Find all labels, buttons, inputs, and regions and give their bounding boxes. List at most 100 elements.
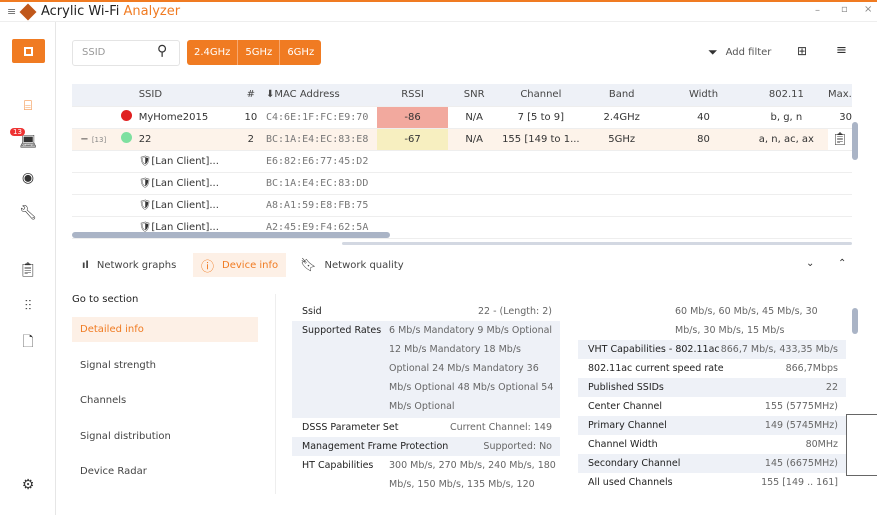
acrylic-logo-icon — [19, 3, 37, 21]
detail-value: Mb/s Optional 48 Mb/s Optional 54 — [389, 382, 554, 393]
col-snr[interactable]: SNR — [447, 84, 501, 106]
detail-value: Optional 24 Mb/s Mandatory 36 — [389, 363, 539, 374]
col-width[interactable]: Width — [662, 84, 745, 106]
max-cell: 30 — [839, 111, 852, 123]
bookmark-icon: 🔖︎ — [300, 257, 317, 273]
col-max[interactable]: Max. — [827, 84, 852, 106]
tab-label: Device info — [222, 259, 279, 271]
sidebar: ⌸ 💻︎ 13 ◉ 🔧︎ 📋︎ ⫶⫶ 🗋 ⚙ — [0, 22, 56, 515]
tab-device-info[interactable]: ⓘ Device info — [193, 253, 287, 277]
detail-key: Secondary Channel — [588, 458, 681, 469]
detail-value: 60 Mb/s, 60 Mb/s, 45 Mb/s, 30 — [675, 306, 818, 317]
details-scrollbar[interactable] — [852, 308, 858, 334]
tab-label: Network graphs — [96, 259, 177, 271]
filter-icon: ⏷ — [708, 45, 718, 59]
horizontal-scrollbar[interactable] — [72, 232, 390, 238]
lan-client-icon: 🛡︎ — [138, 155, 152, 167]
table-row[interactable]: MyHome2015 10 C4:6E:1F:FC:E9:70 -86 N/A 7 [5 … — [72, 106, 852, 128]
nav-channels[interactable]: Channels — [72, 388, 258, 413]
panel-splitter[interactable] — [342, 242, 852, 245]
minimize-button[interactable]: – — [815, 5, 820, 16]
signal-dot — [121, 132, 133, 143]
detail-key: Published SSIDs — [588, 382, 664, 393]
detail-value: 80MHz — [805, 439, 838, 450]
col-rssi[interactable]: RSSI — [377, 84, 448, 106]
equalizer-icon[interactable]: ⫶⫶ — [16, 296, 40, 316]
app-title: Acrylic Wi-Fi Analyzer — [41, 4, 180, 19]
channel-cell: 155 [149 to 1... — [502, 133, 580, 145]
detail-key: VHT Capabilities - 802.11ac — [588, 344, 720, 355]
app-title-main: Acrylic Wi-Fi — [41, 4, 124, 19]
details-left-column: Ssid 22 - (Length: 2) Supported Rates 6 M… — [292, 302, 560, 502]
add-filter-button[interactable]: ⏷ Add filter — [708, 45, 771, 60]
width-cell: 40 — [697, 111, 710, 123]
rssi-cell: -67 — [377, 128, 448, 150]
tree-view-icon[interactable]: ⊞ — [797, 44, 807, 58]
col-ssid[interactable]: SSID — [138, 84, 236, 106]
table-row[interactable]: 🛡︎[Lan Client]... E6:82:E6:77:45:D2 — [72, 150, 852, 172]
gear-icon[interactable]: ⚙ — [16, 475, 40, 495]
ssid-search-input[interactable]: SSID ⚲ — [72, 40, 180, 66]
table-row-selected[interactable]: − [13] 22 2 BC:1A:E4:EC:83:E8 -67 N/A 155 [149… — [72, 128, 852, 150]
tab-network-quality[interactable]: 🔖︎ Network quality — [292, 253, 412, 277]
maximize-button[interactable]: ▫ — [841, 4, 848, 15]
go-to-section-title: Go to section — [72, 294, 139, 305]
detail-value: Mb/s, 30 Mb/s, 15 Mb/s — [675, 325, 785, 336]
detail-key: Supported Rates — [302, 325, 382, 336]
nav-signal-distribution[interactable]: Signal distribution — [72, 424, 258, 449]
laptop-icon[interactable]: 💻︎ 13 — [10, 128, 40, 152]
mac-cell: E6:82:E6:77:45:D2 — [266, 155, 369, 167]
info-icon: ⓘ — [201, 259, 215, 275]
router-icon[interactable]: ⌸ — [16, 96, 40, 116]
chevron-up-icon[interactable]: ⌃ — [838, 258, 846, 269]
detail-value: 149 (5745MHz) — [764, 420, 838, 431]
band-2-4ghz-button[interactable]: 2.4GHz — [187, 40, 239, 65]
signal-dot — [121, 110, 133, 121]
stop-capture-button[interactable] — [12, 39, 45, 63]
col-mac[interactable]: ⬇MAC Address — [266, 84, 378, 106]
detail-key: Primary Channel — [588, 420, 667, 431]
std-cell: b, g, n — [770, 111, 803, 123]
details-right-column: 60 Mb/s, 60 Mb/s, 45 Mb/s, 30 Mb/s, 30 Mb… — [578, 302, 846, 502]
collapse-toggle[interactable]: − — [80, 134, 88, 145]
clipboard-icon[interactable]: 📋︎ — [16, 260, 40, 280]
col-count[interactable]: # — [235, 84, 266, 106]
close-button[interactable]: × — [864, 4, 872, 15]
ssid-cell: [Lan Client]... — [151, 199, 219, 211]
clipboard-icon[interactable]: 📋︎ — [827, 128, 852, 150]
nav-device-radar[interactable]: Device Radar — [72, 459, 258, 484]
detail-value: 145 (6675MHz) — [764, 458, 838, 469]
detail-key: DSSS Parameter Set — [302, 422, 399, 433]
nav-signal-strength[interactable]: Signal strength — [72, 353, 258, 378]
table-row[interactable]: 🛡︎[Lan Client]... BC:1A:E4:EC:83:DD — [72, 172, 852, 194]
tab-network-graphs[interactable]: ıl Network graphs — [74, 253, 184, 277]
nav-detailed-info[interactable]: Detailed info — [72, 317, 258, 342]
detail-value: Supported: No — [483, 441, 552, 452]
mac-cell: BC:1A:E4:EC:83:E8 — [266, 133, 369, 145]
detail-key: Center Channel — [588, 401, 662, 412]
document-icon[interactable]: 🗋 — [16, 333, 40, 353]
detail-value: 155 [149 .. 161] — [761, 477, 838, 488]
sort-icon[interactable]: ≡ — [836, 43, 847, 58]
search-placeholder: SSID — [82, 47, 106, 58]
detail-value: 22 - (Length: 2) — [477, 306, 552, 317]
bar-chart-icon: ıl — [82, 259, 89, 271]
table-row[interactable]: 🛡︎[Lan Client]... A8:A1:59:E8:FB:75 — [72, 194, 852, 216]
ssid-cell: [Lan Client]... — [151, 177, 219, 189]
band-5ghz-button[interactable]: 5GHz — [238, 40, 281, 65]
detail-key: All used Channels — [588, 477, 673, 488]
hamburger-icon[interactable]: ≡ — [7, 5, 16, 18]
ssid-cell: MyHome2015 — [138, 111, 209, 123]
eye-icon[interactable]: ◉ — [16, 168, 40, 188]
overlay-frame — [846, 414, 877, 476]
vertical-scrollbar[interactable] — [852, 122, 858, 160]
detail-key: HT Capabilities — [302, 460, 374, 471]
table-header: SSID # ⬇MAC Address RSSI SNR Channel Band Width… — [72, 84, 852, 106]
chevron-down-icon[interactable]: ⌄ — [806, 258, 814, 269]
col-channel[interactable]: Channel — [500, 84, 582, 106]
wrench-icon[interactable]: 🔧︎ — [16, 203, 40, 223]
search-icon[interactable]: ⚲ — [157, 43, 167, 59]
col-band[interactable]: Band — [581, 84, 663, 106]
band-6ghz-button[interactable]: 6GHz — [280, 40, 321, 65]
col-80211[interactable]: 802.11 — [744, 84, 828, 106]
